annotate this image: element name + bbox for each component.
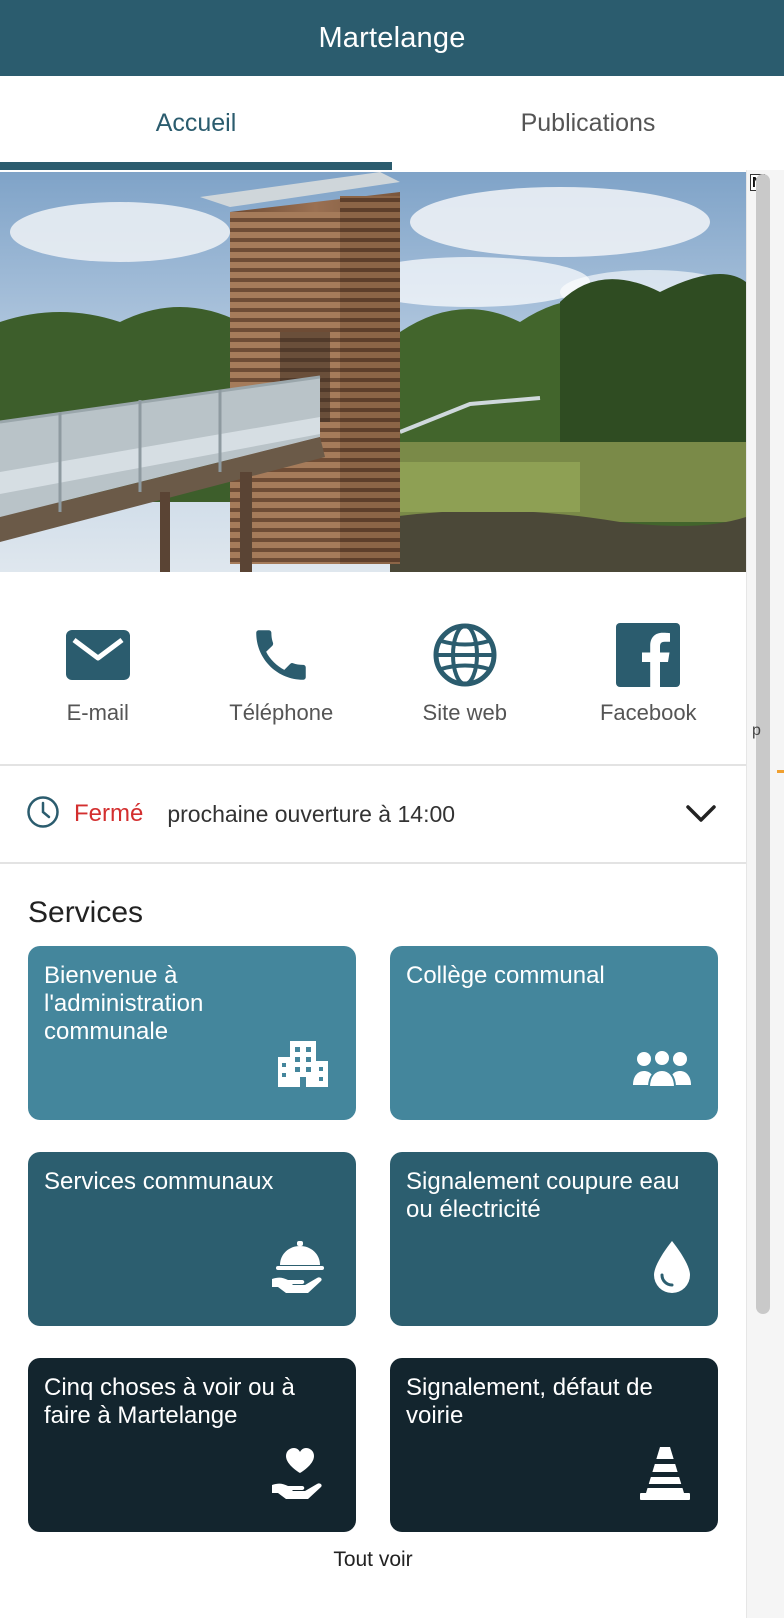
- services-heading: Services: [28, 896, 144, 929]
- service-card-label: Signalement coupure eau ou électricité: [406, 1168, 680, 1223]
- service-card-voirie[interactable]: Signalement, défaut de voirie: [390, 1358, 718, 1532]
- service-card-label: Collège communal: [406, 962, 605, 989]
- contact-bar: E-mail Téléphone Site web Facebook: [0, 572, 746, 764]
- traffic-cone-icon: [638, 1445, 692, 1508]
- contact-email[interactable]: E-mail: [8, 572, 188, 726]
- water-drop-icon: [652, 1239, 692, 1302]
- phone-icon: [246, 620, 316, 690]
- service-bell-hand-icon: [270, 1239, 330, 1302]
- side-panel-text: p: [752, 722, 761, 739]
- facebook-icon: [613, 620, 683, 690]
- app-header: Martelange: [0, 0, 784, 76]
- contact-website-label: Site web: [422, 700, 507, 725]
- scrollbar[interactable]: N p: [746, 170, 784, 1618]
- service-card-services-communaux[interactable]: Services communaux: [28, 1152, 356, 1326]
- service-card-coupure[interactable]: Signalement coupure eau ou électricité: [390, 1152, 718, 1326]
- scrollbar-thumb[interactable]: [756, 174, 770, 1314]
- globe-icon: [430, 620, 500, 690]
- chevron-down-icon[interactable]: [684, 796, 718, 835]
- tab-publications[interactable]: Publications: [392, 76, 784, 170]
- divider: [0, 862, 746, 864]
- service-card-administration[interactable]: Bienvenue à l'administration communale: [28, 946, 356, 1120]
- service-card-label: Signalement, défaut de voirie: [406, 1374, 653, 1429]
- contact-email-label: E-mail: [66, 700, 129, 725]
- hand-heart-icon: [270, 1445, 330, 1508]
- hero-image: [0, 172, 746, 572]
- contact-phone[interactable]: Téléphone: [191, 572, 371, 726]
- clock-icon: [26, 795, 60, 834]
- service-card-cinq-choses[interactable]: Cinq choses à voir ou à faire à Martelan…: [28, 1358, 356, 1532]
- status-badge: Fermé: [74, 800, 144, 827]
- tower-photo: [0, 172, 746, 572]
- see-all-link[interactable]: Tout voir: [0, 1548, 746, 1572]
- contact-website[interactable]: Site web: [375, 572, 555, 726]
- opening-hours-row[interactable]: Fermé prochaine ouverture à 14:00: [0, 766, 746, 862]
- service-card-label: Services communaux: [44, 1168, 274, 1195]
- mail-icon: [63, 620, 133, 690]
- city-buildings-icon: [276, 1035, 330, 1096]
- service-card-label: Bienvenue à l'administration communale: [44, 962, 204, 1045]
- contact-facebook[interactable]: Facebook: [558, 572, 738, 726]
- page-title: Martelange: [318, 21, 466, 54]
- main-content: E-mail Téléphone Site web Facebook Fermé…: [0, 170, 746, 1618]
- contact-phone-label: Téléphone: [229, 700, 334, 725]
- service-card-college[interactable]: Collège communal: [390, 946, 718, 1120]
- service-card-label: Cinq choses à voir ou à faire à Martelan…: [44, 1374, 295, 1429]
- contact-facebook-label: Facebook: [599, 700, 697, 725]
- map-line-fragment: [777, 770, 784, 773]
- next-opening-text: prochaine ouverture à 14:00: [167, 800, 456, 827]
- tab-bar: Accueil Publications: [0, 76, 784, 170]
- group-users-icon: [632, 1049, 692, 1096]
- tab-accueil[interactable]: Accueil: [0, 76, 392, 170]
